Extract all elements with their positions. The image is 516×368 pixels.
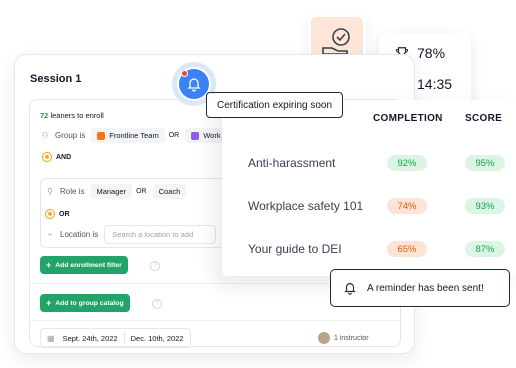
avatar <box>318 332 330 344</box>
group-filter-row: ⚇ Group is Frontline Team OR Work <box>40 128 227 143</box>
add-enrollment-filter-button[interactable]: + Add enrollment filter <box>40 256 128 274</box>
or-connector: ◉ OR <box>45 209 70 219</box>
session-title: Session 1 <box>30 73 82 85</box>
role-chip-coach[interactable]: Coach <box>152 184 187 199</box>
or-label: OR <box>168 132 180 139</box>
location-search-input[interactable]: Search a location to add <box>104 225 217 244</box>
start-date: Sept. 24th, 2022 <box>62 333 118 343</box>
help-icon[interactable]: ? <box>152 299 162 309</box>
notification-dot <box>181 70 188 77</box>
score-value: 78% <box>417 45 446 61</box>
learners-label: leaners to enroll <box>50 111 104 120</box>
bell-icon <box>344 283 356 295</box>
date-separator <box>123 332 125 344</box>
and-label: AND <box>56 153 72 161</box>
or-badge-icon: ◉ <box>45 209 55 219</box>
score-pill: 95% <box>465 155 505 171</box>
role-label: Role is <box>60 187 85 196</box>
completion-pill: 92% <box>387 155 427 171</box>
group-label: Group is <box>55 131 86 140</box>
help-icon[interactable]: ? <box>150 261 160 271</box>
end-date: Dec. 10th, 2022 <box>130 333 184 343</box>
course-name: Your guide to DEI <box>248 242 342 256</box>
role-chip-manager[interactable]: Manager <box>90 184 133 199</box>
completion-header: COMPLETION <box>373 113 443 124</box>
role-filter-row: ⚲ Role is Manager OR Coach <box>45 184 187 199</box>
location-tag-icon: ⌁ <box>47 229 53 239</box>
location-filter-row: ⌁ Location is Search a location to add <box>45 225 217 244</box>
score-pill: 93% <box>465 198 505 214</box>
course-name: Anti-harassment <box>248 156 336 170</box>
add-to-group-catalog-button[interactable]: + Add to group catalog <box>40 294 130 312</box>
group-chip-frontline[interactable]: Frontline Team <box>91 128 165 143</box>
location-label: Location is <box>60 230 99 239</box>
certification-tooltip: Certification expiring soon <box>206 92 344 118</box>
group-icon: ⚇ <box>41 130 49 140</box>
reminder-toast: A reminder has been sent! <box>330 269 510 307</box>
completion-pill: 65% <box>387 241 427 257</box>
role-icon: ⚲ <box>47 186 53 196</box>
and-badge-icon: ◉ <box>42 152 52 162</box>
learners-count: 72 leaners to enroll <box>40 111 104 120</box>
or-connector-label: OR <box>59 210 70 218</box>
learners-number: 72 <box>40 111 49 120</box>
purple-swatch-icon <box>191 131 200 140</box>
course-results-table: COMPLETION SCORE Anti-harassment 92% 95%… <box>222 100 516 276</box>
toast-text: A reminder has been sent! <box>367 282 484 294</box>
group-chip-work[interactable]: Work <box>185 128 227 143</box>
divider <box>30 320 400 321</box>
plus-icon: + <box>46 298 52 308</box>
or-label: OR <box>136 188 147 195</box>
bell-icon <box>187 78 201 92</box>
orange-swatch-icon <box>97 131 106 140</box>
instructor-count[interactable]: 1 instructor <box>318 332 369 344</box>
plus-icon: + <box>46 260 52 270</box>
score-header: SCORE <box>465 113 503 124</box>
and-connector: ◉ AND <box>42 152 71 162</box>
score-pill: 87% <box>465 241 505 257</box>
completion-pill: 74% <box>387 198 427 214</box>
date-range[interactable]: ▦ Sept. 24th, 2022 Dec. 10th, 2022 <box>40 328 191 348</box>
course-name: Workplace safety 101 <box>248 199 364 213</box>
calendar-icon: ▦ <box>47 333 55 343</box>
time-value: 14:35 <box>417 76 453 92</box>
